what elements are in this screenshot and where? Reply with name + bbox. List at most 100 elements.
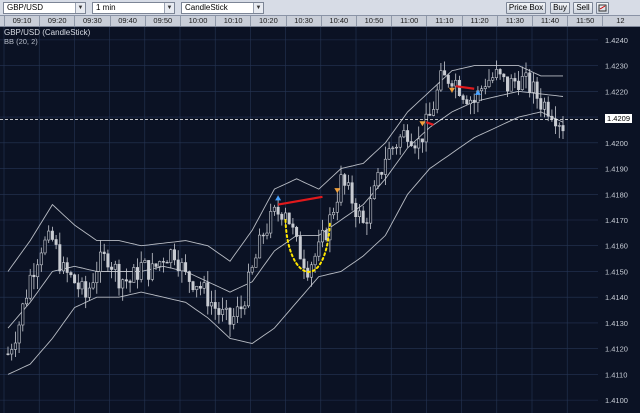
candle-body: [357, 210, 361, 218]
candle-body: [542, 101, 546, 110]
chevron-down-icon[interactable]: ▼: [253, 3, 263, 13]
candle-body: [21, 303, 25, 326]
candle-body: [269, 211, 273, 234]
candle-body: [520, 76, 524, 90]
candle-body: [95, 271, 99, 284]
candle-body: [546, 101, 550, 117]
candle-body: [376, 172, 380, 187]
candle-body: [550, 115, 554, 120]
candle-body: [420, 138, 424, 143]
candle-body: [213, 302, 217, 309]
candle-body: [176, 259, 180, 272]
candle-body: [343, 174, 347, 186]
candle-body: [76, 282, 80, 290]
candle-body: [498, 69, 502, 75]
candle-body: [461, 95, 465, 100]
candle-body: [450, 83, 454, 87]
sell-arrow-icon: [449, 87, 455, 93]
candle-body: [43, 239, 47, 254]
candle-body: [161, 261, 165, 263]
time-axis: 09:10 09:20 09:30 09:40 09:50 10:00 10:10 10:20…: [0, 16, 640, 27]
chevron-down-icon[interactable]: ▼: [164, 3, 174, 13]
price-box-button[interactable]: Price Box: [506, 2, 546, 14]
candle-body: [261, 234, 265, 237]
candle-body: [324, 229, 328, 241]
candle-body: [298, 236, 302, 260]
time-tick-label: 09:20: [39, 16, 74, 26]
candle-body: [365, 222, 369, 224]
candle-body: [428, 113, 432, 116]
candle-body: [465, 99, 469, 105]
candle-body: [73, 274, 77, 284]
candle-body: [524, 72, 528, 77]
candle-body: [517, 80, 521, 90]
candle-body: [265, 232, 269, 236]
candle-body: [535, 81, 539, 99]
candle-body: [457, 79, 461, 96]
candle-body: [539, 98, 543, 110]
candle-body: [124, 279, 128, 282]
candle-body: [102, 251, 106, 255]
symbol-select-value: GBP/USD: [7, 3, 44, 12]
sell-button[interactable]: Sell: [573, 2, 593, 14]
candle-body: [32, 274, 36, 278]
candle-body: [387, 148, 391, 160]
chart-title: GBP/USD (CandleStick): [4, 28, 91, 37]
indicator-label: BB (20, 2): [4, 37, 38, 46]
candle-body: [54, 239, 58, 245]
candle-body: [494, 69, 498, 78]
candle-body: [394, 146, 398, 149]
time-tick-label: 09:30: [74, 16, 109, 26]
price-tick-label: 1.4130: [605, 319, 628, 328]
price-axis: 1.42401.42301.42201.42101.42001.41901.41…: [605, 36, 628, 405]
candle-body: [106, 253, 110, 268]
chart-toolbar: GBP/USD ▼ 1 min ▼ CandleStick ▼ Price Bo…: [0, 0, 640, 16]
candle-body: [113, 263, 117, 270]
chart-type-select[interactable]: CandleStick ▼: [181, 2, 264, 14]
candle-body: [254, 257, 258, 268]
candle-body: [435, 89, 439, 110]
candle-body: [143, 260, 147, 263]
candle-body: [369, 198, 373, 224]
time-tick-label: 11:40: [532, 16, 567, 26]
candle-body: [417, 138, 421, 149]
price-tick-label: 1.4230: [605, 62, 628, 71]
candle-body: [339, 174, 343, 203]
buy-button[interactable]: Buy: [550, 2, 570, 14]
candle-body: [431, 109, 435, 116]
candle-body: [291, 223, 295, 228]
candle-body: [36, 264, 40, 278]
candle-body: [24, 297, 28, 305]
price-tick-label: 1.4180: [605, 190, 628, 199]
candle-body: [413, 145, 417, 149]
time-tick-label: 11:20: [461, 16, 497, 26]
candle-body: [483, 86, 487, 90]
candle-body: [561, 125, 565, 132]
candle-body: [39, 252, 43, 266]
chart-settings-icon[interactable]: [596, 2, 609, 14]
price-tick-label: 1.4110: [605, 370, 627, 379]
time-tick-label: 10:10: [215, 16, 250, 26]
candle-body: [17, 324, 21, 344]
candle-body: [80, 281, 84, 290]
price-chart[interactable]: 1.42401.42301.42201.42101.42001.41901.41…: [0, 27, 640, 413]
time-tick-label: 10:00: [180, 16, 215, 26]
symbol-select[interactable]: GBP/USD ▼: [3, 2, 86, 14]
candle-body: [58, 244, 62, 272]
candle-body: [283, 212, 287, 220]
time-tick-label: 09:40: [109, 16, 145, 26]
candle-body: [398, 136, 402, 148]
price-tick-label: 1.4140: [605, 293, 628, 302]
candle-body: [47, 230, 51, 241]
candle-body: [302, 258, 306, 269]
candle-body: [117, 263, 121, 289]
interval-select[interactable]: 1 min ▼: [92, 2, 175, 14]
candle-body: [287, 212, 291, 225]
buy-arrow-icon: [275, 195, 282, 201]
candle-body: [150, 263, 154, 280]
candle-body: [354, 202, 358, 218]
candle-body: [132, 267, 136, 283]
candle-body: [28, 274, 32, 299]
chevron-down-icon[interactable]: ▼: [75, 3, 85, 13]
candle-body: [221, 309, 225, 315]
